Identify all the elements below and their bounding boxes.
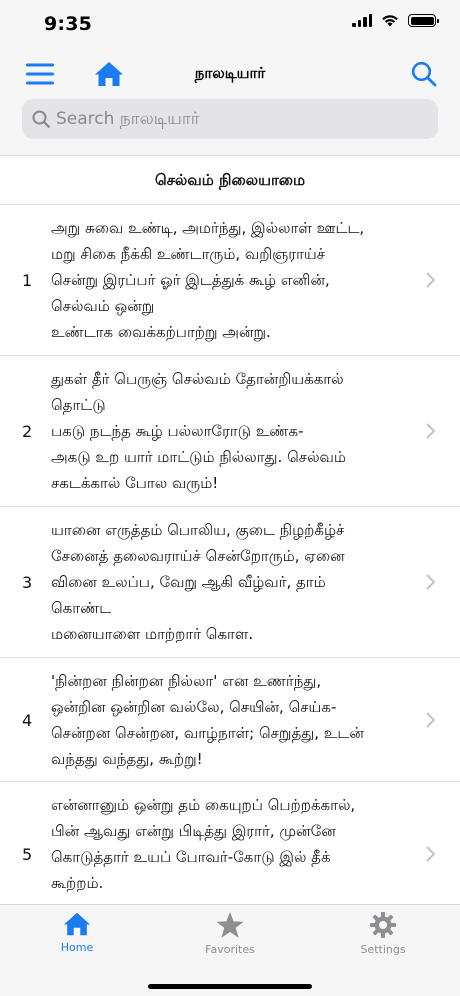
verse-line: மனையாளை மாற்றார் கொள.	[51, 625, 254, 643]
verse-number: 3	[22, 573, 33, 592]
verse-text: அறு சுவை உண்டி, அமர்ந்து, இல்லாள் ஊட்ட, …	[51, 215, 411, 345]
verse-line: அறு சுவை உண்டி, அமர்ந்து, இல்லாள் ஊட்ட,	[51, 219, 365, 237]
search-input[interactable]	[56, 109, 416, 129]
verse-line: சென்று இரப்பர் ஓர் இடத்துக் கூழ் எனின்,	[51, 271, 330, 289]
verse-line: கூற்றம்.	[51, 874, 104, 892]
cellular-signal-icon	[352, 14, 372, 27]
chevron-right-icon	[426, 272, 435, 288]
verse-number: 4	[22, 711, 33, 730]
chevron-right-icon	[426, 846, 435, 862]
verse-line: ஒன்றின ஒன்றின வல்லே, செயின், செய்க-	[51, 698, 337, 716]
search-icon	[32, 110, 50, 128]
verse-line: வினை உலப்ப, வேறு ஆகி வீழ்வர், தாம்	[51, 573, 326, 591]
search-button[interactable]	[408, 58, 440, 90]
chevron-right-icon	[426, 574, 435, 590]
verse-row[interactable]: 2 துகள் தீர் பெருஞ் செல்வம் தோன்றியக்கால…	[0, 356, 460, 507]
verse-line: தொட்டு	[51, 396, 106, 414]
tab-label: Settings	[360, 943, 406, 956]
verse-line: வந்தது வந்தது, கூற்று!	[51, 750, 203, 768]
status-bar: 9:35	[0, 0, 460, 50]
verse-row[interactable]: 3 யானை எருத்தம் பொலிய, குடை நிழற்கீழ்ச் …	[0, 507, 460, 658]
gear-icon	[370, 912, 396, 938]
tab-favorites[interactable]: Favorites	[170, 911, 290, 956]
verse-row[interactable]: 1 அறு சுவை உண்டி, அமர்ந்து, இல்லாள் ஊட்ட…	[0, 205, 460, 356]
tab-label: Favorites	[205, 943, 255, 956]
chevron-right-icon	[426, 423, 435, 439]
verse-line: செல்வம் ஒன்று	[51, 297, 155, 315]
wifi-icon	[382, 15, 398, 27]
verse-line: பகடு நடந்த கூழ் பல்லாரோடு உண்க-	[51, 422, 304, 440]
verse-line: 'நின்றன நின்றன நில்லா' என உணர்ந்து,	[51, 672, 322, 690]
star-icon	[216, 912, 244, 938]
tab-bar: Home Favorites Settings	[0, 904, 460, 996]
verse-row[interactable]: 4 'நின்றன நின்றன நில்லா' என உணர்ந்து, ஒன…	[0, 658, 460, 782]
tab-label: Home	[60, 941, 94, 954]
verse-line: உண்டாக வைக்கற்பாற்று அன்று.	[51, 323, 271, 341]
battery-icon	[408, 14, 439, 27]
verse-number: 1	[22, 271, 33, 290]
status-time: 9:35	[44, 13, 93, 35]
verse-text: யானை எருத்தம் பொலிய, குடை நிழற்கீழ்ச் சே…	[51, 517, 411, 647]
tab-settings[interactable]: Settings	[323, 911, 443, 956]
magnifier-icon	[411, 61, 437, 87]
home-indicator	[148, 984, 312, 989]
verse-line: கொடுத்தார் உயப் போவர்-கோடு இல் தீக்	[51, 848, 331, 866]
verse-list: 1 அறு சுவை உண்டி, அமர்ந்து, இல்லாள் ஊட்ட…	[0, 205, 460, 904]
verse-line: அகடு உற யார் மாட்டும் நில்லாது. செல்வம்	[51, 448, 346, 466]
verse-text: 'நின்றன நின்றன நில்லா' என உணர்ந்து, ஒன்ற…	[51, 668, 411, 772]
verse-line: சேனைத் தலைவராய்ச் சென்றோரும், ஏனை	[51, 547, 345, 565]
verse-line: பின் ஆவது என்று பிடித்து இரார், முன்னே	[51, 822, 336, 840]
verse-line: துகள் தீர் பெருஞ் செல்வம் தோன்றியக்கால்	[51, 370, 344, 388]
search-bar[interactable]	[22, 99, 438, 139]
status-icons	[352, 14, 439, 27]
verse-line: மறு சிகை நீக்கி உண்டாரும், வறிஞராய்ச்	[51, 245, 326, 263]
verse-line: சகடக்கால் போல வரும்!	[51, 474, 219, 492]
verse-text: துகள் தீர் பெருஞ் செல்வம் தோன்றியக்கால் …	[51, 366, 411, 496]
verse-text: என்னானும் ஒன்று தம் கையுறப் பெற்றக்கால்,…	[51, 792, 411, 896]
chevron-right-icon	[426, 712, 435, 728]
page-title: நாலடியார்	[194, 64, 266, 82]
verse-number: 5	[22, 845, 33, 864]
section-header: செல்வம் நிலையாமை	[0, 157, 460, 205]
verse-line: என்னானும் ஒன்று தம் கையுறப் பெற்றக்கால்,	[51, 796, 356, 814]
tab-home[interactable]: Home	[17, 911, 137, 954]
verse-line: யானை எருத்தம் பொலிய, குடை நிழற்கீழ்ச்	[51, 521, 345, 539]
house-icon	[63, 912, 91, 936]
navigation-bar: நாலடியார்	[0, 52, 460, 96]
verse-line: கொண்ட	[51, 599, 112, 617]
verse-line: சென்றன சென்றன, வாழ்நாள்; செறுத்து, உடன்	[51, 724, 364, 742]
verse-number: 2	[22, 422, 33, 441]
top-area: 9:35 நாலடியார்	[0, 0, 460, 156]
verse-row[interactable]: 5 என்னானும் ஒன்று தம் கையுறப் பெற்றக்கால…	[0, 782, 460, 904]
